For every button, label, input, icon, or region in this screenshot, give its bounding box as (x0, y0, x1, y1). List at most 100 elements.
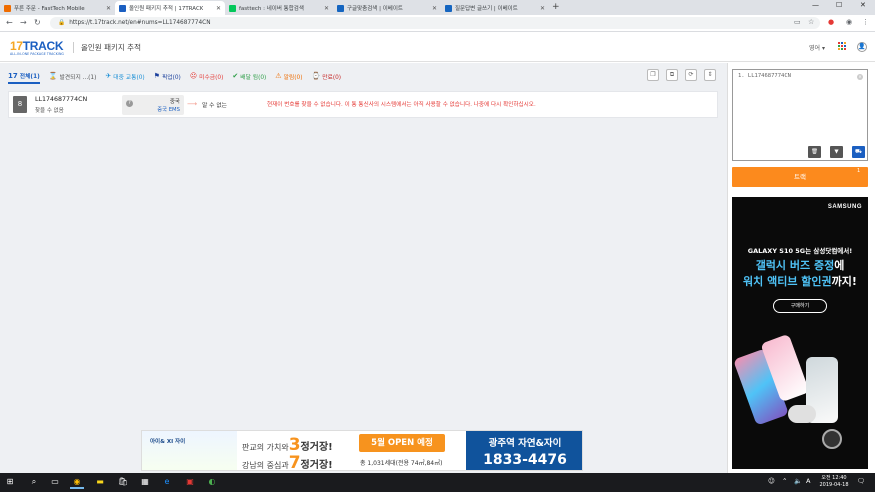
tracking-results-area: 17 전체(1) ⌛ 발견되지 ...(1) ✈ 대중 교통(0) ⚑ 픽업(0) ☹ 미수금(0… (0, 63, 727, 473)
status-tab-label: 미수금(0) (199, 74, 224, 81)
view-toolbar: ❐ ⧉ ⟳ ⇕ (647, 69, 723, 81)
minimize-icon[interactable]: — (812, 1, 819, 9)
close-icon[interactable]: ✕ (324, 5, 329, 12)
ad-open-badge: 5월 OPEN 예정 (359, 434, 445, 452)
track-button[interactable]: 트랙 (732, 167, 868, 187)
ad-contact-panel: 광주역 자연&자이 1833-4476 (466, 431, 582, 470)
volume-icon[interactable]: 🔈 (794, 477, 802, 485)
close-icon[interactable]: ✕ (540, 5, 545, 12)
browser-tab-1[interactable]: 푸른 주문 - FastTech Mobile ✕ (0, 1, 115, 15)
window-close-icon[interactable]: ✕ (860, 1, 866, 9)
status-tab-2[interactable]: ✈ 대중 교통(0) (105, 72, 144, 81)
language-selector[interactable]: 영어 ▾ (809, 43, 825, 52)
tracking-number-input[interactable] (732, 69, 868, 161)
status-tab-icon: ✔ (232, 72, 239, 80)
site-header: 17TRACK ALL-IN-ONE PACKAGE TRACKING 올인원 … (0, 32, 875, 62)
buy-button[interactable]: 구매하기 (773, 299, 827, 313)
status-tab-7[interactable]: ⌚ 만료(0) (311, 72, 341, 81)
status-tab-0[interactable]: 17 전체(1) (8, 71, 40, 84)
origin-carrier-box[interactable]: ? 중국 중국 EMS (122, 95, 184, 115)
close-icon[interactable]: ✕ (216, 5, 221, 12)
reload-icon[interactable]: ↻ (34, 18, 41, 27)
bookmark-star-icon[interactable]: ☆ (808, 18, 814, 26)
chrome-icon[interactable]: ◉ (70, 475, 84, 489)
tracking-status: 찾을 수 없음 (35, 108, 64, 114)
apartment-banner-ad[interactable]: 아이& XI 자이 판교의 가치와3정거장! 강남의 중심과7정거장! 5월 O… (141, 430, 583, 471)
maximize-icon[interactable]: ☐ (836, 1, 842, 9)
tab-title: 질문답변 글쓰기 | 이베이트 (455, 6, 518, 12)
profile-icon[interactable]: ◉ (846, 18, 852, 26)
browser-tab-3[interactable]: fasttech : 네이버 통합검색 ✕ (225, 1, 333, 15)
clear-icon[interactable]: ✕ (857, 74, 863, 80)
tab-title: 구글맞춤검색 | 이베이트 (347, 6, 403, 12)
status-tab-label: 만료(0) (322, 74, 342, 81)
arrow-right-icon: ⟶ (187, 100, 198, 108)
earbuds-image (788, 405, 816, 423)
status-tab-label: 배달 됨(0) (240, 74, 267, 81)
tab-title: fasttech : 네이버 통합검색 (239, 6, 304, 12)
ad-headline: GALAXY S10 5G는 삼성닷컴에서! (747, 247, 853, 255)
notifications-icon[interactable]: 🗨 (857, 477, 865, 485)
status-tab-1[interactable]: ⌛ 발견되지 ...(1) (49, 72, 97, 81)
calculator-icon[interactable]: ▦ (138, 475, 152, 489)
copy-all-icon[interactable]: ⧉ (666, 69, 678, 81)
origin-carrier[interactable]: 중국 EMS (157, 105, 180, 113)
status-tab-6[interactable]: ⚠ 알림(0) (275, 72, 302, 81)
status-tab-label: 대중 교통(0) (113, 74, 145, 81)
copy-icon[interactable]: ❐ (647, 69, 659, 81)
back-icon[interactable]: ← (6, 18, 13, 27)
tray-chevron-icon[interactable]: ⌃ (782, 477, 787, 485)
status-tab-label: 픽업(0) (161, 74, 181, 81)
status-tab-3[interactable]: ⚑ 픽업(0) (154, 72, 181, 81)
trash-icon[interactable]: 🗑 (808, 146, 821, 158)
origin-country: 중국 (169, 99, 180, 105)
status-tab-4[interactable]: ☹ 미수금(0) (190, 72, 224, 81)
carrier-badge: 8 (13, 96, 27, 113)
task-view-icon[interactable]: ▭ (48, 475, 62, 489)
filter-icon[interactable]: ▼ (830, 146, 843, 158)
store-icon[interactable]: 🛍 (116, 475, 130, 489)
apps-grid-icon[interactable] (838, 42, 846, 50)
status-tab-label: 알림(0) (283, 74, 303, 81)
translate-icon[interactable]: ⟳ (685, 69, 697, 81)
status-tab-icon: ⌚ (311, 72, 321, 80)
samsung-logo: SAMSUNG (827, 204, 862, 210)
status-tab-5[interactable]: ✔ 배달 됨(0) (232, 72, 266, 81)
menu-kebab-icon[interactable]: ⋮ (862, 18, 869, 26)
app-icon[interactable]: ◐ (205, 475, 219, 489)
clock-time: 오전 12:40 (821, 475, 847, 481)
page-title: 올인원 패키지 추적 (81, 43, 141, 52)
browser-tab-4[interactable]: 구글맞춤검색 | 이베이트 ✕ (333, 1, 441, 15)
cast-icon[interactable]: ▭ (794, 18, 801, 26)
ad-offer-1: 갤럭시 버즈 증정에 (755, 259, 845, 272)
browser-tab-5[interactable]: 질문답변 글쓰기 | 이베이트 ✕ (441, 1, 549, 15)
tracking-result-row[interactable]: 8 LL174687774CN 찾을 수 없음 ? 중국 중국 EMS ⟶ 알 … (8, 91, 718, 118)
ad-line-2: 강남의 중심과7정거장! (242, 453, 333, 471)
carrier-select-icon[interactable]: ⛟ (852, 146, 865, 158)
help-icon: ? (126, 100, 133, 107)
browser-tab-2[interactable]: 올인원 패키지 추적 | 17TRACK ✕ (115, 1, 225, 15)
file-explorer-icon[interactable]: ▬ (93, 475, 107, 489)
extension-icon[interactable]: ● (828, 18, 834, 26)
expand-icon[interactable]: ⇕ (704, 69, 716, 81)
search-icon[interactable]: ⌕ (27, 475, 41, 489)
close-icon[interactable]: ✕ (106, 5, 111, 12)
logo[interactable]: 17TRACK (10, 39, 64, 53)
ie-icon[interactable]: e (160, 475, 174, 489)
ime-icon[interactable]: A (806, 477, 810, 485)
user-avatar-icon[interactable]: 👤 (857, 42, 867, 52)
windows-start-icon[interactable]: ⊞ (3, 475, 17, 489)
browser-toolbar: ← → ↻ 🔒 https://t.17track.net/en#nums=LL… (0, 15, 875, 32)
app-icon[interactable]: ▣ (183, 475, 197, 489)
system-clock[interactable]: 오전 12:40 2019-04-18 (815, 475, 853, 489)
tracking-number[interactable]: LL174687774CN (35, 96, 87, 103)
tab-title: 올인원 패키지 추적 | 17TRACK (129, 6, 204, 12)
new-tab-button[interactable]: + (552, 2, 560, 12)
people-icon[interactable]: ☺ (768, 477, 775, 485)
status-tab-icon: ✈ (105, 72, 112, 80)
header-divider (73, 42, 74, 53)
samsung-ad[interactable]: SAMSUNG GALAXY S10 5G는 삼성닷컴에서! 갤럭시 버즈 증정… (732, 197, 868, 469)
close-icon[interactable]: ✕ (432, 5, 437, 12)
forward-icon[interactable]: → (20, 18, 27, 27)
address-bar[interactable]: 🔒 https://t.17track.net/en#nums=LL174687… (50, 17, 820, 29)
